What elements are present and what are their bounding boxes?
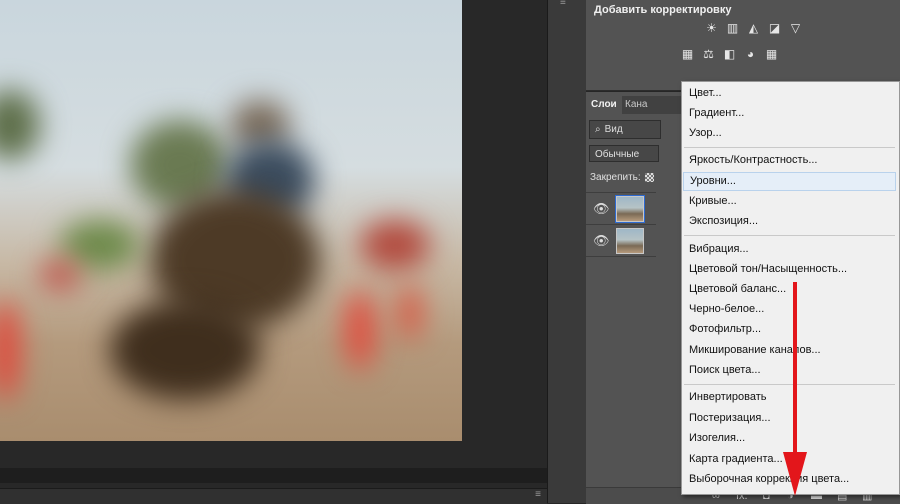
menu-item-curves[interactable]: Кривые... — [683, 192, 896, 211]
curves-adjust-icon[interactable]: ◭ — [746, 21, 761, 35]
channel-mixer-adjust-icon[interactable]: ▦ — [764, 47, 779, 61]
hue-saturation-adjust-icon[interactable]: ▦ — [680, 47, 695, 61]
layer-filter-select[interactable]: ⌕ Вид — [589, 120, 661, 139]
menu-item-levels[interactable]: Уровни... — [683, 172, 896, 191]
layer-thumbnail — [616, 228, 644, 254]
photo-image — [0, 0, 462, 441]
layer-filter-label: Вид — [604, 124, 623, 135]
menu-item-selective-color[interactable]: Выборочная коррекция цвета... — [683, 470, 896, 489]
document-canvas[interactable]: ≡ — [0, 0, 547, 504]
visibility-eye-icon[interactable]: 👁 — [593, 201, 610, 217]
visibility-eye-icon[interactable]: 👁 — [593, 233, 610, 249]
menu-item-brightness-contrast[interactable]: Яркость/Контрастность... — [683, 151, 896, 170]
canvas-status-bar: ≡ — [0, 488, 547, 504]
tab-channels[interactable]: Кана — [620, 96, 652, 114]
photo-filter-adjust-icon[interactable]: ◕ — [743, 47, 758, 61]
menu-item-threshold[interactable]: Изогелия... — [683, 429, 896, 448]
status-menu-icon[interactable]: ≡ — [535, 489, 541, 500]
menu-item-color-lookup[interactable]: Поиск цвета... — [683, 361, 896, 380]
menu-item-vibrance[interactable]: Вибрация... — [683, 240, 896, 259]
lock-row: Закрепить: — [590, 172, 654, 183]
adjustment-layer-menu: Цвет... Градиент... Узор... Яркость/Конт… — [681, 81, 900, 495]
menu-item-photo-filter[interactable]: Фотофильтр... — [683, 320, 896, 339]
vibrance-adjust-icon[interactable]: ▽ — [788, 21, 803, 35]
menu-item-solid-color[interactable]: Цвет... — [683, 84, 896, 103]
dock-menu-icon[interactable]: ≡ — [560, 0, 566, 8]
lock-label: Закрепить: — [590, 172, 641, 183]
blend-mode-select[interactable]: Обычные — [589, 145, 659, 162]
search-icon: ⌕ — [595, 124, 601, 135]
panel-dock-strip: ≡ — [547, 0, 586, 503]
brightness-adjust-icon[interactable]: ☀ — [704, 21, 719, 35]
menu-item-gradient-map[interactable]: Карта градиента... — [683, 450, 896, 469]
menu-item-gradient[interactable]: Градиент... — [683, 104, 896, 123]
layer-row[interactable]: 👁 — [586, 224, 656, 257]
adjustments-title: Добавить корректировку — [594, 4, 732, 16]
menu-item-hue-saturation[interactable]: Цветовой тон/Насыщенность... — [683, 260, 896, 279]
canvas-horizontal-scrollbar[interactable] — [0, 468, 547, 483]
menu-item-exposure[interactable]: Экспозиция... — [683, 212, 896, 231]
menu-item-posterize[interactable]: Постеризация... — [683, 409, 896, 428]
menu-item-channel-mixer[interactable]: Микширование каналов... — [683, 341, 896, 360]
menu-item-pattern[interactable]: Узор... — [683, 124, 896, 143]
menu-separator — [684, 235, 895, 236]
menu-separator — [684, 147, 895, 148]
layer-thumbnail — [615, 195, 645, 223]
adjustments-panel: Добавить корректировку ☀ ▥ ◭ ◪ ▽ ▦ ⚖ ◧ ◕… — [586, 0, 900, 91]
black-white-adjust-icon[interactable]: ◧ — [722, 47, 737, 61]
menu-item-color-balance[interactable]: Цветовой баланс... — [683, 280, 896, 299]
menu-item-black-white[interactable]: Черно-белое... — [683, 300, 896, 319]
menu-separator — [684, 384, 895, 385]
tab-layers[interactable]: Слои — [586, 96, 622, 114]
levels-adjust-icon[interactable]: ▥ — [725, 21, 740, 35]
layer-row[interactable]: 👁 — [586, 192, 656, 224]
exposure-adjust-icon[interactable]: ◪ — [767, 21, 782, 35]
lock-transparency-icon[interactable] — [644, 172, 654, 182]
color-balance-adjust-icon[interactable]: ⚖ — [701, 47, 716, 61]
menu-item-invert[interactable]: Инвертировать — [683, 388, 896, 407]
